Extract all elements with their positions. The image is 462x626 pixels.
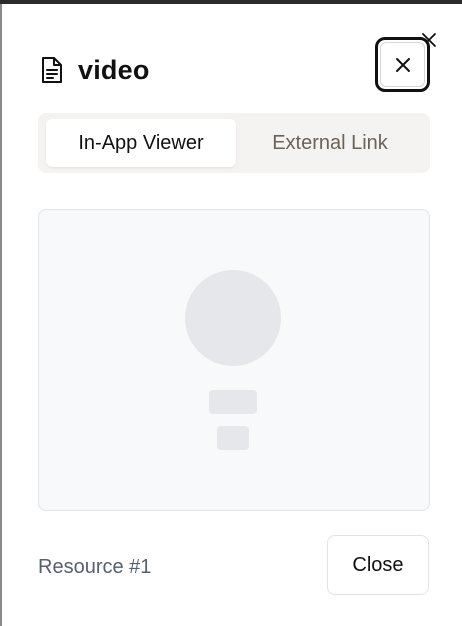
tab-external-link[interactable]: External Link bbox=[236, 119, 424, 167]
dialog-header: video bbox=[38, 50, 150, 90]
close-dialog-button[interactable] bbox=[375, 37, 430, 92]
close-icon bbox=[395, 57, 410, 72]
close-button-inner bbox=[380, 42, 425, 87]
resource-label: Resource #1 bbox=[38, 556, 152, 578]
viewer-tabs: In-App Viewer External Link bbox=[38, 113, 430, 173]
resource-dialog: video In-App Viewer External Link Resour… bbox=[2, 4, 462, 626]
skeleton-bar bbox=[209, 390, 257, 414]
tab-in-app-viewer[interactable]: In-App Viewer bbox=[46, 119, 236, 167]
dialog-title: video bbox=[78, 54, 150, 85]
file-text-icon bbox=[38, 54, 66, 86]
skeleton-bar bbox=[217, 426, 249, 450]
viewer-panel bbox=[38, 209, 430, 511]
close-button[interactable]: Close bbox=[327, 535, 429, 595]
skeleton-circle bbox=[185, 270, 281, 366]
